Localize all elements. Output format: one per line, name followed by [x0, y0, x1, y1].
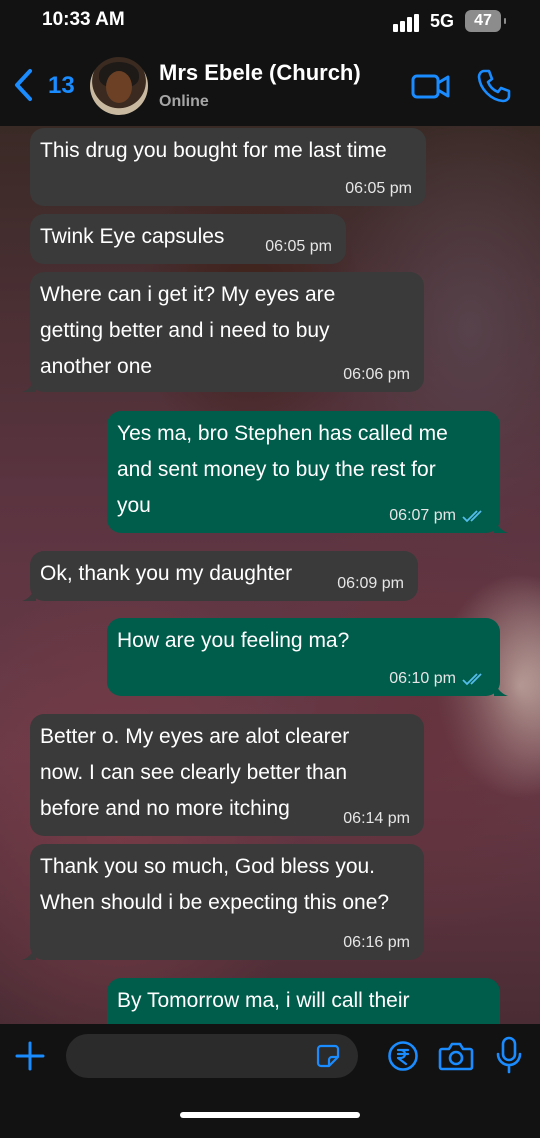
rupee-icon: [388, 1041, 418, 1071]
chevron-left-icon: [15, 69, 32, 101]
plus-icon: [15, 1041, 45, 1071]
message-time: 06:09 pm: [337, 575, 404, 592]
unread-count: 13: [48, 72, 75, 99]
message-outgoing[interactable]: By Tomorrow ma, i will call their: [107, 978, 500, 1024]
chat-area[interactable]: This drug you bought for me last time 06…: [0, 126, 540, 1024]
bubble-tail: [494, 519, 508, 533]
message-time: 06:05 pm: [345, 180, 412, 197]
microphone-icon: [496, 1036, 522, 1074]
double-check-icon: [462, 510, 482, 523]
message-incoming[interactable]: Twink Eye capsules 06:05 pm: [30, 214, 346, 264]
message-time: 06:07 pm: [389, 507, 456, 524]
bubble-tail: [22, 587, 36, 601]
camera-icon: [438, 1042, 474, 1071]
message-meta: 06:05 pm: [265, 238, 332, 256]
message-text: By Tomorrow ma, i will call their: [117, 989, 410, 1012]
message-meta: 06:07 pm: [389, 507, 486, 525]
contact-name[interactable]: Mrs Ebele (Church): [159, 60, 361, 86]
message-time: 06:16 pm: [343, 934, 410, 951]
message-text: How are you feeling ma?: [117, 629, 350, 652]
avatar[interactable]: [90, 57, 148, 115]
battery-icon: 47: [465, 10, 506, 32]
bubble-tail: [22, 378, 36, 392]
message-meta: 06:06 pm: [343, 366, 410, 384]
payment-button[interactable]: [387, 1040, 419, 1072]
sticker-icon: [316, 1044, 340, 1068]
message-text: This drug you bought for me last time: [40, 139, 387, 162]
bubble-tail: [494, 682, 508, 696]
message-meta: 06:09 pm: [337, 575, 404, 593]
status-time: 10:33 AM: [42, 9, 125, 30]
message-incoming[interactable]: Thank you so much, God bless you. When s…: [22, 844, 424, 960]
video-camera-icon: [411, 74, 450, 99]
message-incoming[interactable]: This drug you bought for me last time 06…: [30, 128, 426, 206]
message-text: Twink Eye capsules: [40, 225, 225, 248]
message-time: 06:06 pm: [343, 366, 410, 383]
chat-header: 13 Mrs Ebele (Church) Online: [0, 46, 540, 126]
video-call-button[interactable]: [410, 68, 452, 104]
camera-button[interactable]: [438, 1040, 474, 1072]
message-input[interactable]: [66, 1034, 358, 1078]
message-outgoing[interactable]: Yes ma, bro Stephen has called me and se…: [107, 411, 508, 533]
message-text: Ok, thank you my daughter: [40, 562, 293, 585]
sticker-button[interactable]: [316, 1044, 340, 1068]
voice-call-button[interactable]: [476, 68, 512, 104]
contact-status: Online: [159, 93, 209, 110]
message-incoming[interactable]: Where can i get it? My eyes are getting …: [22, 272, 424, 392]
message-time: 06:05 pm: [265, 238, 332, 255]
message-text: Thank you so much, God bless you. When s…: [40, 855, 390, 914]
message-time: 06:10 pm: [389, 670, 456, 687]
back-button[interactable]: 13: [12, 66, 82, 106]
phone-icon: [477, 69, 511, 103]
message-meta: 06:14 pm: [343, 810, 410, 828]
double-check-icon: [462, 673, 482, 686]
message-outgoing[interactable]: How are you feeling ma? 06:10 pm: [107, 618, 508, 696]
message-meta: 06:10 pm: [389, 670, 486, 688]
status-bar: 10:33 AM 5G 47: [0, 0, 540, 46]
message-incoming[interactable]: Ok, thank you my daughter 06:09 pm: [22, 551, 418, 601]
message-time: 06:14 pm: [343, 810, 410, 827]
bubble-tail: [22, 946, 36, 960]
composer-bar: [0, 1024, 540, 1138]
signal-icon: [393, 14, 421, 32]
message-incoming[interactable]: Better o. My eyes are alot clearer now. …: [30, 714, 424, 836]
network-type: 5G: [430, 11, 455, 31]
message-meta: 06:16 pm: [343, 934, 410, 952]
voice-note-button[interactable]: [494, 1036, 524, 1074]
message-meta: 06:05 pm: [345, 180, 412, 198]
attach-button[interactable]: [14, 1040, 46, 1072]
home-indicator[interactable]: [180, 1112, 360, 1118]
